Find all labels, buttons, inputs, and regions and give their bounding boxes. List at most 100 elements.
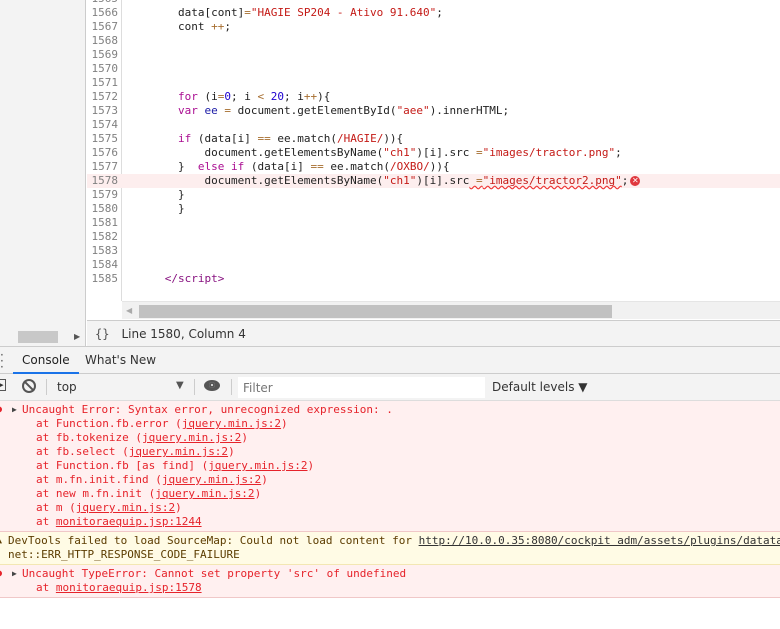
stack-text: ): [281, 417, 288, 430]
filter-input[interactable]: [238, 377, 485, 398]
code-line[interactable]: 1574: [87, 118, 780, 132]
code-token: ;: [621, 174, 629, 187]
code-token: )[i].src: [416, 146, 477, 159]
sidebar-toggle-icon[interactable]: ▶: [0, 379, 6, 391]
line-number[interactable]: 1582: [87, 230, 121, 244]
expand-triangle-icon[interactable]: ▶: [12, 403, 17, 417]
warning-icon: ▲: [0, 534, 2, 548]
code-line[interactable]: 1580 }: [87, 202, 780, 216]
navigator-scrollbar[interactable]: [18, 331, 58, 343]
expand-triangle-icon[interactable]: ▶: [12, 567, 17, 581]
scrollbar-thumb[interactable]: [139, 305, 612, 318]
code-token: "HAGIE SP204 - Ativo 91.640": [250, 6, 437, 19]
error-icon[interactable]: ✕: [630, 176, 641, 186]
code-token: document.getElementsByName(: [125, 174, 384, 187]
code-line[interactable]: 1573 var ee = document.getElementById("a…: [87, 104, 780, 118]
source-link[interactable]: jquery.min.js:2: [208, 459, 307, 472]
line-number[interactable]: 1584: [87, 258, 121, 272]
tab-console[interactable]: Console: [13, 347, 79, 374]
code-line[interactable]: 1577 } else if (data[i] == ee.match(/OXB…: [87, 160, 780, 174]
message-head: ● ▶ Uncaught Error: Syntax error, unrecogn…: [0, 403, 780, 417]
line-number[interactable]: 1577: [87, 160, 121, 174]
code-line[interactable]: 1578 document.getElementsByName("ch1")[i…: [87, 174, 780, 188]
stack-text: at new m.fn.init (: [36, 487, 156, 500]
line-number[interactable]: 1573: [87, 104, 121, 118]
drawer-menu-icon[interactable]: · · ·: [0, 349, 4, 373]
code-text: for (i=0; i < 20; i++){: [121, 90, 330, 104]
code-editor[interactable]: 15651566 data[cont]="HAGIE SP204 - Ativo…: [87, 0, 780, 301]
context-dropdown-icon[interactable]: ▼: [176, 380, 184, 391]
line-number[interactable]: 1567: [87, 20, 121, 34]
source-link[interactable]: jquery.min.js:2: [162, 473, 261, 486]
pretty-print-button[interactable]: {}: [95, 327, 109, 341]
code-line[interactable]: 1583: [87, 244, 780, 258]
source-link[interactable]: http://10.0.0.35:8080/cockpit adm/assets…: [419, 534, 780, 547]
line-number[interactable]: 1566: [87, 6, 121, 20]
code-token: ;: [615, 146, 622, 159]
line-number[interactable]: 1574: [87, 118, 121, 132]
code-token: }: [125, 202, 185, 215]
code-line[interactable]: 1568: [87, 34, 780, 48]
divider: [46, 379, 47, 395]
code-line[interactable]: 1567 cont ++;: [87, 20, 780, 34]
code-line[interactable]: 1570: [87, 62, 780, 76]
message-text: Uncaught TypeError: Cannot set property …: [22, 567, 407, 580]
line-number[interactable]: 1579: [87, 188, 121, 202]
code-token: ==: [310, 160, 324, 173]
line-number[interactable]: 1583: [87, 244, 121, 258]
horizontal-scrollbar[interactable]: ◀: [122, 301, 780, 319]
code-line[interactable]: 1579 }: [87, 188, 780, 202]
live-expression-eye-icon[interactable]: [204, 380, 220, 391]
navigator-expand-icon[interactable]: ▶: [74, 332, 80, 341]
code-line[interactable]: 1576 document.getElementsByName("ch1")[i…: [87, 146, 780, 160]
code-text: data[cont]="HAGIE SP204 - Ativo 91.640";: [121, 6, 443, 20]
code-token: ;: [436, 6, 443, 19]
code-line[interactable]: 1585 </script>: [87, 272, 780, 286]
line-number[interactable]: 1571: [87, 76, 121, 90]
line-number[interactable]: 1578: [87, 174, 121, 188]
code-line[interactable]: 1584: [87, 258, 780, 272]
tab-whats-new[interactable]: What's New: [76, 347, 165, 374]
code-token: 20: [270, 90, 284, 103]
line-number[interactable]: 1572: [87, 90, 121, 104]
source-link[interactable]: monitoraequip.jsp:1578: [56, 581, 202, 594]
source-link[interactable]: monitoraequip.jsp:1244: [56, 515, 202, 528]
code-line[interactable]: 1569: [87, 48, 780, 62]
line-number[interactable]: 1575: [87, 132, 121, 146]
code-token: ).innerHTML;: [429, 104, 510, 117]
source-link[interactable]: jquery.min.js:2: [182, 417, 281, 430]
source-link[interactable]: jquery.min.js:2: [76, 501, 175, 514]
line-number[interactable]: 1580: [87, 202, 121, 216]
code-line[interactable]: 1566 data[cont]="HAGIE SP204 - Ativo 91.…: [87, 6, 780, 20]
code-token: ; i: [230, 90, 258, 103]
code-line[interactable]: 1582: [87, 230, 780, 244]
code-token: )[i].src: [416, 174, 470, 187]
code-token: }: [125, 188, 185, 201]
line-number[interactable]: 1581: [87, 216, 121, 230]
code-line[interactable]: 1571: [87, 76, 780, 90]
line-number[interactable]: 1569: [87, 48, 121, 62]
source-link[interactable]: jquery.min.js:2: [142, 431, 241, 444]
code-token: ee.match(: [323, 160, 390, 173]
context-selector[interactable]: top: [57, 380, 77, 394]
log-levels-dropdown[interactable]: Default levels ▼: [492, 380, 588, 394]
code-line[interactable]: 1575 if (data[i] == ee.match(/HAGIE/)){: [87, 132, 780, 146]
code-line[interactable]: 1581: [87, 216, 780, 230]
source-link[interactable]: jquery.min.js:2: [155, 487, 254, 500]
stack-frame: at Function.fb [as find] (jquery.min.js:…: [0, 459, 780, 473]
line-number[interactable]: 1585: [87, 272, 121, 286]
code-token: ){: [317, 90, 331, 103]
line-number[interactable]: 1576: [87, 146, 121, 160]
code-text: } else if (data[i] == ee.match(/OXBO/)){: [121, 160, 450, 174]
code-line[interactable]: 1572 for (i=0; i < 20; i++){: [87, 90, 780, 104]
line-number[interactable]: 1570: [87, 62, 121, 76]
scroll-left-icon[interactable]: ◀: [126, 306, 132, 315]
clear-console-icon[interactable]: [22, 379, 36, 393]
source-link[interactable]: jquery.min.js:2: [129, 445, 228, 458]
line-number[interactable]: 1568: [87, 34, 121, 48]
